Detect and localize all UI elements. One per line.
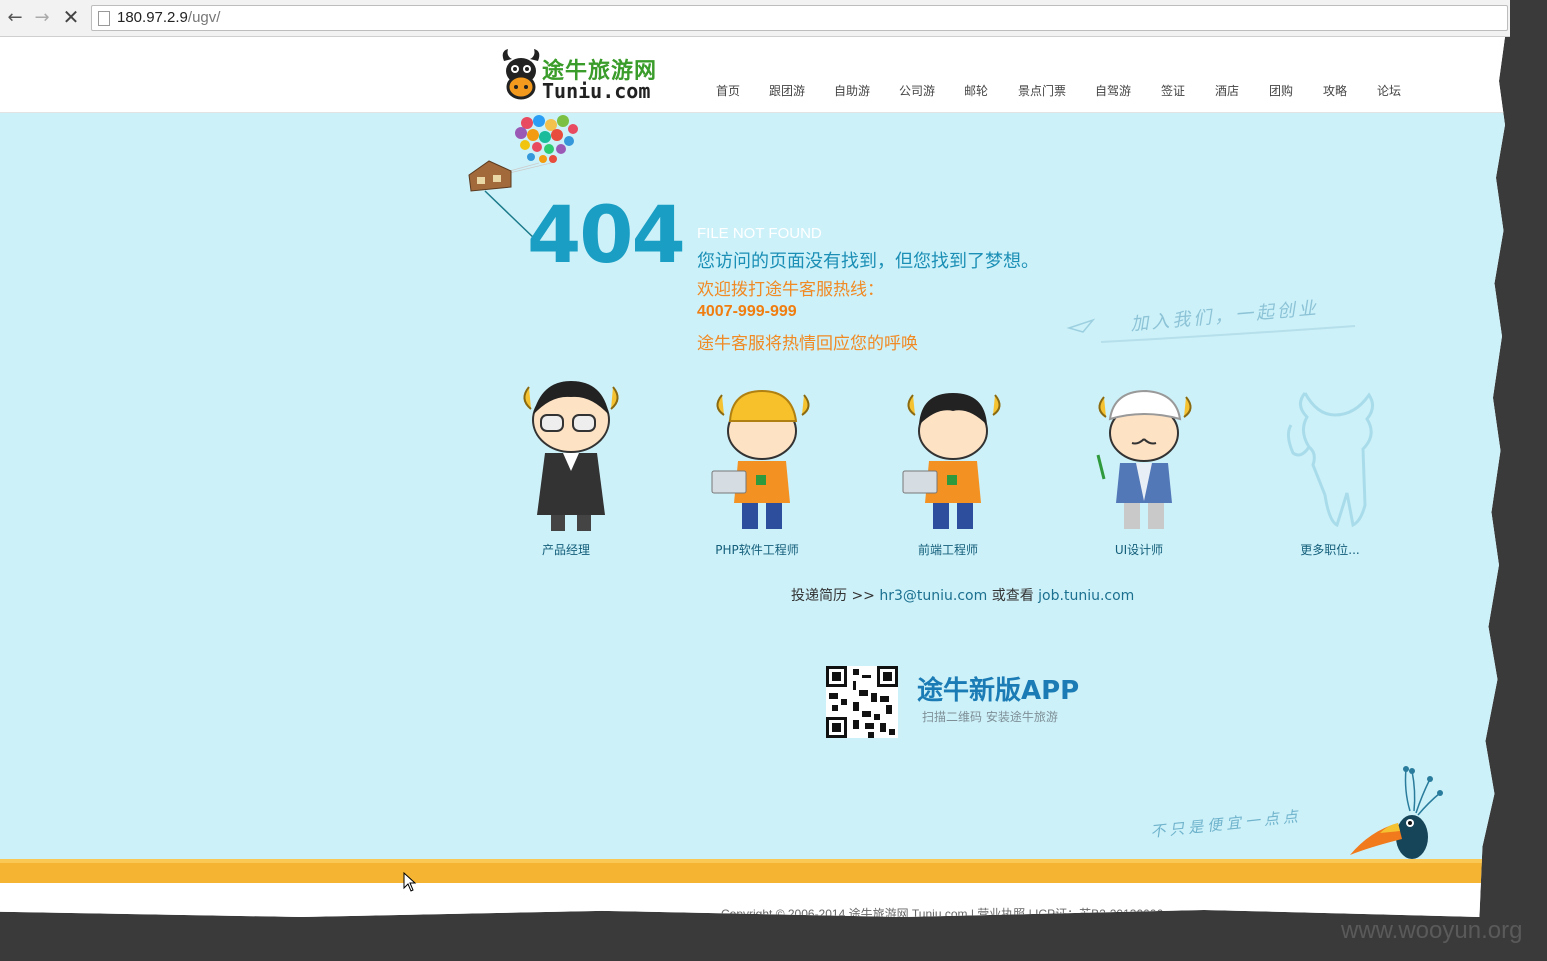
nav-item-group-buy[interactable]: 团购 bbox=[1254, 82, 1308, 102]
bottom-slogan: 不只是便宜一点点 bbox=[1149, 807, 1303, 841]
php-engineer-avatar bbox=[711, 389, 810, 529]
job-roles: 产品经理 PHP软件工程师 前端工程师 UI设计师 更多职位... bbox=[0, 375, 1505, 565]
role-label[interactable]: UI设计师 bbox=[1064, 541, 1214, 558]
apply-instructions: 投递简历 >> hr3@tuniu.com 或查看 job.tuniu.com bbox=[791, 585, 1134, 605]
nav-item-cruise[interactable]: 邮轮 bbox=[948, 82, 1004, 102]
nav-item-self-guided[interactable]: 自助游 bbox=[818, 82, 886, 102]
address-bar[interactable]: 180.97.2.9/ugv/ bbox=[91, 5, 1508, 31]
main-nav: 首页 跟团游 自助游 公司游 邮轮 景点门票 自驾游 签证 酒店 团购 攻略 论… bbox=[700, 82, 1416, 102]
peacock-bird-illustration bbox=[1350, 766, 1443, 859]
role-label[interactable]: 前端工程师 bbox=[873, 541, 1023, 558]
nav-item-company-tour[interactable]: 公司游 bbox=[886, 82, 948, 102]
error-subtitle: FILE NOT FOUND bbox=[697, 225, 822, 242]
footer-band bbox=[0, 859, 1505, 883]
app-title: 途牛新版APP bbox=[917, 676, 1080, 706]
product-manager-avatar bbox=[523, 381, 619, 531]
role-label[interactable]: PHP软件工程师 bbox=[682, 541, 832, 558]
placeholder-silhouette-icon bbox=[1286, 392, 1374, 528]
mouse-cursor-icon bbox=[403, 872, 417, 892]
hotline-phone: 4007-999-999 bbox=[697, 303, 797, 320]
role-product-manager[interactable]: 产品经理 bbox=[491, 375, 641, 565]
nav-item-visa[interactable]: 签证 bbox=[1146, 82, 1200, 102]
nav-item-tickets[interactable]: 景点门票 bbox=[1004, 82, 1080, 102]
browser-toolbar: ← → ✕ 180.97.2.9/ugv/ bbox=[0, 0, 1510, 37]
apply-middle: 或查看 bbox=[987, 588, 1039, 604]
url-text[interactable]: 180.97.2.9/ugv/ bbox=[117, 6, 220, 30]
stop-icon[interactable]: ✕ bbox=[60, 5, 82, 29]
hr-email-link[interactable]: hr3@tuniu.com bbox=[879, 588, 987, 604]
role-label[interactable]: 产品经理 bbox=[491, 541, 641, 558]
tuniu-logo[interactable]: 途牛旅游网 Tuniu.com bbox=[500, 47, 670, 105]
join-us-slogan: 加入我们，一起创业 bbox=[1065, 298, 1365, 348]
nav-item-home[interactable]: 首页 bbox=[700, 82, 756, 102]
page-icon bbox=[98, 11, 110, 26]
qr-code[interactable] bbox=[826, 666, 898, 738]
error-message: 您访问的页面没有找到，但您找到了梦想。 bbox=[697, 251, 1039, 272]
app-download: 途牛新版APP 扫描二维码 安装途牛旅游 bbox=[826, 666, 1126, 741]
nav-item-guides[interactable]: 攻略 bbox=[1308, 82, 1362, 102]
role-more-positions[interactable]: 更多职位... bbox=[1255, 375, 1405, 565]
nav-item-hotel[interactable]: 酒店 bbox=[1200, 82, 1254, 102]
watermark: www.wooyun.org bbox=[1341, 917, 1523, 944]
forward-icon[interactable]: → bbox=[31, 6, 53, 28]
cow-mascot-icon bbox=[502, 49, 540, 100]
frontend-engineer-avatar bbox=[902, 393, 1001, 529]
role-label[interactable]: 更多职位... bbox=[1255, 541, 1405, 558]
web-page: 途牛旅游网 Tuniu.com 首页 跟团游 自助游 公司游 邮轮 景点门票 自… bbox=[0, 37, 1505, 917]
nav-item-group-tour[interactable]: 跟团游 bbox=[756, 82, 818, 102]
logo-en-text: Tuniu.com bbox=[542, 79, 651, 103]
hotline-label: 欢迎拨打途牛客服热线： bbox=[697, 280, 884, 300]
role-frontend-engineer[interactable]: 前端工程师 bbox=[873, 375, 1023, 565]
back-icon[interactable]: ← bbox=[4, 6, 26, 28]
nav-item-self-drive[interactable]: 自驾游 bbox=[1080, 82, 1146, 102]
nav-item-forum[interactable]: 论坛 bbox=[1362, 82, 1416, 102]
apply-prefix: 投递简历 >> bbox=[791, 588, 880, 604]
response-text: 途牛客服将热情回应您的呼唤 bbox=[697, 334, 918, 354]
error-content: 404 FILE NOT FOUND 您访问的页面没有找到，但您找到了梦想。 欢… bbox=[0, 113, 1505, 859]
role-php-engineer[interactable]: PHP软件工程师 bbox=[682, 375, 832, 565]
site-header: 途牛旅游网 Tuniu.com 首页 跟团游 自助游 公司游 邮轮 景点门票 自… bbox=[0, 37, 1505, 113]
error-code: 404 bbox=[527, 191, 686, 281]
copyright-text: Copyright © 2006-2014 途牛旅游网 Tuniu.com | … bbox=[721, 907, 1164, 917]
app-subtitle: 扫描二维码 安装途牛旅游 bbox=[922, 710, 1058, 724]
ui-designer-avatar bbox=[1096, 389, 1192, 529]
site-footer: Copyright © 2006-2014 途牛旅游网 Tuniu.com | … bbox=[0, 883, 1505, 917]
role-ui-designer[interactable]: UI设计师 bbox=[1064, 375, 1214, 565]
job-site-link[interactable]: job.tuniu.com bbox=[1038, 588, 1134, 604]
